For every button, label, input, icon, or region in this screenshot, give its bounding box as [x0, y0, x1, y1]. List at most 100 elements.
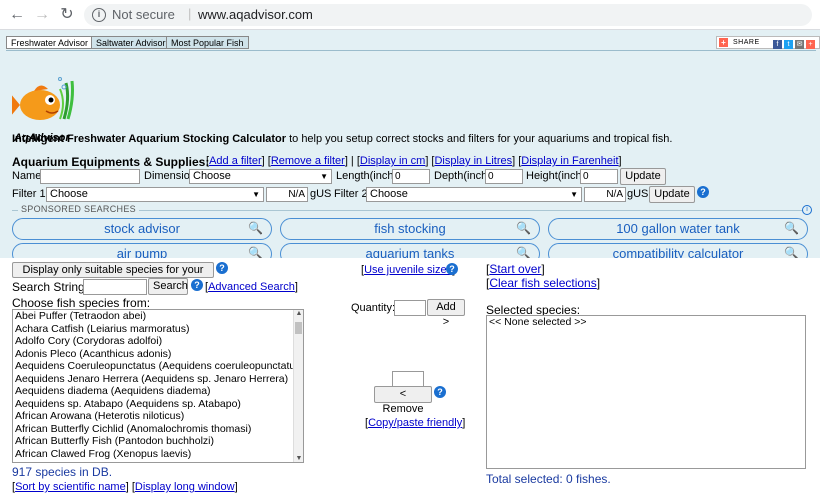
start-over-wrapper: [Start over]	[486, 262, 545, 276]
filter1-gus-label: gUS	[310, 188, 332, 200]
list-item[interactable]: Aequidens Jenaro Herrera (Aequidens sp. …	[13, 373, 303, 386]
sort-scientific-link[interactable]: Sort by scientific name	[15, 481, 126, 493]
twitter-icon[interactable]: t	[784, 40, 793, 49]
reload-icon[interactable]: ↻	[58, 6, 76, 24]
filter2-caret-icon: ▼	[570, 190, 578, 199]
sponsored-link-stock-advisor[interactable]: stock advisor 🔍	[12, 218, 272, 240]
clear-selections-wrapper: [Clear fish selections]	[486, 276, 601, 290]
list-item[interactable]: Adonis Pleco (Acanthicus adonis)	[13, 348, 303, 361]
list-item[interactable]: African Clawed Frog (Xenopus laevis)	[13, 448, 303, 461]
add-button[interactable]: Add >	[427, 299, 465, 328]
selected-placeholder: << None selected >>	[489, 316, 587, 328]
filter2-value: Choose	[370, 188, 408, 200]
search-button[interactable]: Search	[148, 278, 188, 295]
email-icon[interactable]: ✉	[795, 40, 804, 49]
facebook-icon[interactable]: f	[773, 40, 782, 49]
display-litres-link[interactable]: Display in Litres	[434, 155, 512, 167]
list-item[interactable]: Achara Catfish (Leiarius marmoratus)	[13, 323, 303, 336]
forward-arrow-icon[interactable]: →	[33, 6, 51, 24]
scroll-up-icon[interactable]: ▲	[294, 310, 303, 317]
long-window-link[interactable]: Display long window	[135, 481, 235, 493]
remove-filter-link[interactable]: Remove a filter	[271, 155, 345, 167]
equipment-links: [Add a filter] [Remove a filter] | [Disp…	[206, 155, 622, 167]
sponsored-label: SPONSORED SEARCHES	[18, 204, 139, 214]
quantity-label: Quantity:	[351, 302, 396, 314]
list-item[interactable]: Abei Puffer (Tetraodon abei)	[13, 310, 303, 323]
species-list-scrollbar[interactable]: ▲ ▼	[293, 310, 303, 462]
url-text[interactable]: www.aqadvisor.com	[198, 7, 313, 22]
tab-saltwater[interactable]: Saltwater Advisor	[91, 36, 171, 49]
choose-species-label: Choose fish species from:	[12, 296, 151, 310]
search-help-icon[interactable]: ?	[191, 279, 203, 291]
display-cm-link[interactable]: Display in cm	[360, 155, 425, 167]
filter2-label: Filter 2	[334, 188, 368, 200]
advanced-search-link[interactable]: Advanced Search	[208, 281, 295, 293]
suitable-help-icon[interactable]: ?	[216, 262, 228, 274]
security-status: Not secure	[112, 7, 175, 22]
list-item[interactable]: Aequidens diadema (Aequidens diadema)	[13, 385, 303, 398]
filter1-flow-input[interactable]: N/A	[266, 187, 308, 202]
scroll-down-icon[interactable]: ▼	[294, 455, 303, 462]
update-button-1[interactable]: Update	[620, 168, 666, 185]
list-item[interactable]: Adolfo Cory (Corydoras adolfoi)	[13, 335, 303, 348]
juvenile-sizes-link[interactable]: Use juvenile sizes	[364, 264, 452, 276]
address-bar[interactable]: i Not secure | www.aqadvisor.com	[84, 4, 812, 26]
sponsored-link-100-gallon[interactable]: 100 gallon water tank 🔍	[548, 218, 808, 240]
juvenile-wrapper: [Use juvenile sizes]	[361, 264, 455, 276]
filter1-select[interactable]: Choose ▼	[46, 187, 264, 202]
ad-info-icon[interactable]: i	[802, 205, 812, 215]
depth-input[interactable]: 0	[485, 169, 523, 184]
list-item[interactable]: Aequidens sp. Atabapo (Aequidens sp. Ata…	[13, 398, 303, 411]
length-input[interactable]: 0	[392, 169, 430, 184]
list-item[interactable]: African Butterfly Fish (Pantodon buchhol…	[13, 435, 303, 448]
sponsored-link-fish-stocking[interactable]: fish stocking 🔍	[280, 218, 540, 240]
display-farenheit-link[interactable]: Display in Farenheit	[521, 155, 618, 167]
list-item[interactable]: Aequidens Coeruleopunctatus (Aequidens c…	[13, 360, 303, 373]
display-suitable-button[interactable]: Display only suitable species for your t…	[12, 262, 214, 290]
add-filter-link[interactable]: Add a filter	[209, 155, 262, 167]
species-list[interactable]: Abei Puffer (Tetraodon abei) Achara Catf…	[12, 309, 304, 463]
remove-quantity-input[interactable]	[392, 371, 424, 387]
search-icon: 🔍	[784, 221, 799, 235]
clear-selections-link[interactable]: Clear fish selections	[489, 276, 596, 290]
filter1-value: Choose	[50, 188, 88, 200]
fish-logo-icon	[10, 77, 74, 120]
dimension-select[interactable]: Choose ▼	[189, 169, 332, 184]
filter2-select[interactable]: Choose ▼	[366, 187, 582, 202]
remove-button[interactable]: < Remove	[374, 386, 432, 415]
search-string-label: Search String	[12, 280, 85, 294]
height-label: Height(inch)	[526, 170, 586, 182]
update-button-2[interactable]: Update	[649, 186, 695, 203]
share-widget[interactable]: + SHARE f t ✉ +	[716, 36, 820, 49]
url-separator: |	[188, 6, 192, 21]
juvenile-help-icon[interactable]: ?	[446, 263, 458, 275]
sponsored-text-1: fish stocking	[374, 221, 446, 236]
list-item[interactable]: African Butterfly Cichlid (Anomalochromi…	[13, 423, 303, 436]
length-label: Length(inch)	[336, 170, 398, 182]
selected-species-list[interactable]: << None selected >>	[486, 315, 806, 469]
start-over-link[interactable]: Start over	[489, 262, 541, 276]
scroll-thumb[interactable]	[295, 322, 302, 334]
tab-most-popular[interactable]: Most Popular Fish	[166, 36, 249, 49]
tab-freshwater[interactable]: Freshwater Advisor	[6, 36, 94, 49]
copy-paste-wrapper: [Copy/paste friendly]	[365, 417, 466, 429]
depth-label: Depth(inch)	[434, 170, 491, 182]
name-input[interactable]	[40, 169, 140, 184]
more-icon[interactable]: +	[806, 40, 815, 49]
copy-paste-link[interactable]: Copy/paste friendly	[368, 417, 462, 429]
filter1-caret-icon: ▼	[252, 190, 260, 199]
filter2-flow-input[interactable]: N/A	[584, 187, 626, 202]
browser-toolbar: ← → ↻ i Not secure | www.aqadvisor.com	[0, 0, 820, 30]
filter-help-icon[interactable]: ?	[697, 186, 709, 198]
list-item[interactable]: African Arowana (Heterotis niloticus)	[13, 410, 303, 423]
intro-rest: to help you setup correct stocks and fil…	[286, 133, 673, 145]
species-panel: Display only suitable species for your t…	[0, 258, 820, 497]
remove-help-icon[interactable]: ?	[434, 386, 446, 398]
back-arrow-icon[interactable]: ←	[8, 6, 26, 24]
info-icon[interactable]: i	[92, 8, 106, 22]
height-input[interactable]: 0	[580, 169, 618, 184]
equipment-title: Aquarium Equipments & Supplies:	[12, 155, 210, 169]
quantity-input[interactable]	[394, 300, 426, 316]
bottom-links: [Sort by scientific name] [Display long …	[12, 481, 238, 493]
search-string-input[interactable]	[83, 279, 147, 295]
